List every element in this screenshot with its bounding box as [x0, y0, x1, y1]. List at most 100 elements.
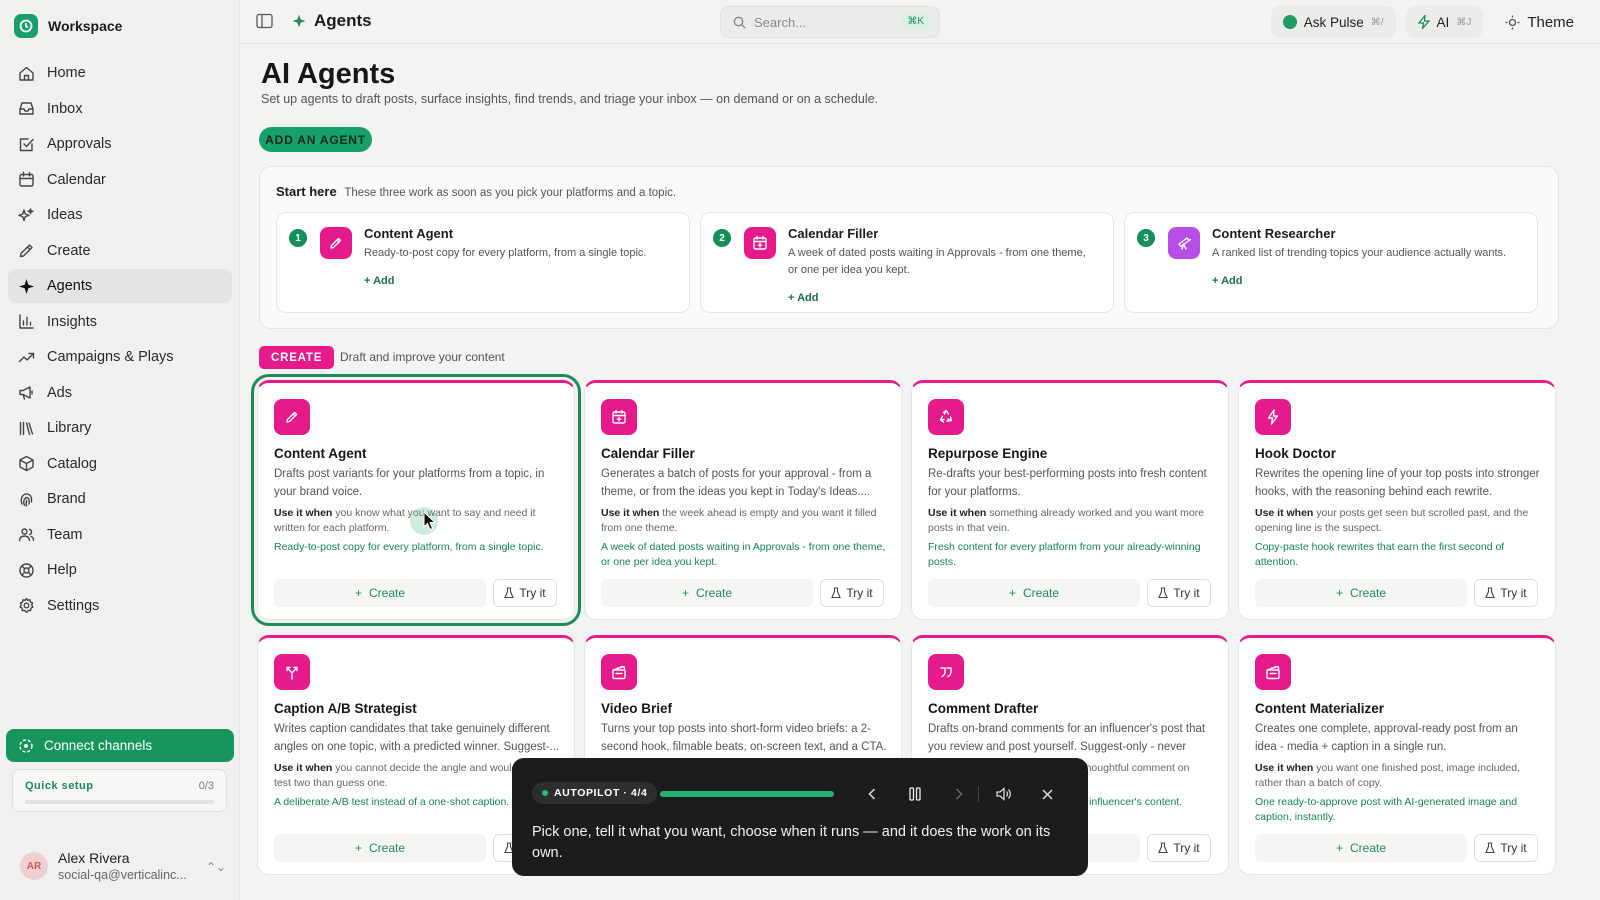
home-icon [19, 66, 34, 81]
clapperboard-icon [1255, 654, 1291, 690]
sidebar-item-team[interactable]: Team [8, 518, 232, 552]
user-email: social-qa@verticalinc... [58, 868, 187, 882]
use-when-label: Use it when [1255, 762, 1314, 774]
sidebar-item-brand[interactable]: Brand [8, 482, 232, 516]
prev-step-button[interactable] [858, 780, 886, 808]
create-button[interactable]: + Create [1255, 579, 1467, 607]
try-it-button[interactable]: Try it [1474, 834, 1538, 862]
agent-card-repurpose-engine[interactable]: Repurpose Engine Re-drafts your best-per… [911, 380, 1229, 620]
agent-outcome: One ready-to-approve post with AI-genera… [1255, 796, 1518, 823]
bar-chart-icon [19, 314, 34, 329]
agent-card-hook-doctor[interactable]: Hook Doctor Rewrites the opening line of… [1238, 380, 1556, 620]
team-icon [18, 528, 35, 542]
ai-button[interactable]: AI ⌘J [1405, 6, 1484, 38]
ask-pulse-button[interactable]: Ask Pulse ⌘/ [1270, 6, 1396, 38]
sidebar-item-catalog[interactable]: Catalog [8, 447, 232, 481]
try-it-button[interactable]: Try it [1147, 579, 1211, 607]
calendar-plus-icon [601, 399, 637, 435]
start-card-desc: A week of dated posts waiting in Approva… [788, 247, 1086, 276]
flask-icon [1158, 587, 1169, 599]
workspace-switcher[interactable]: Workspace [14, 14, 122, 38]
search-input[interactable]: Search... ⌘K [720, 6, 940, 38]
agent-description: Drafts post variants for your platforms … [274, 468, 545, 498]
agent-description: Re-drafts your best-performing posts int… [928, 468, 1207, 498]
lightning-icon [1417, 15, 1430, 29]
sidebar-item-home[interactable]: Home [8, 56, 232, 90]
sidebar-item-library[interactable]: Library [8, 411, 232, 445]
create-button[interactable]: + Create [928, 579, 1140, 607]
start-card-add-button[interactable]: + Add [1212, 275, 1242, 287]
sound-button[interactable] [990, 780, 1018, 808]
start-card-title: Content Researcher [1212, 226, 1336, 241]
avatar: AR [20, 852, 48, 880]
try-it-button[interactable]: Try it [1147, 834, 1211, 862]
sidebar-item-insights[interactable]: Insights [8, 305, 232, 339]
theme-label: Theme [1527, 13, 1574, 31]
theme-button[interactable]: Theme [1493, 6, 1586, 38]
agent-card-content-materializer[interactable]: Content Materializer Creates one complet… [1238, 635, 1556, 875]
calendar-icon [19, 171, 34, 187]
sidebar-item-ideas[interactable]: Ideas [8, 198, 232, 232]
sidebar-item-agents[interactable]: Agents [8, 269, 232, 303]
quick-setup-label: Quick setup [25, 780, 94, 792]
autopilot-badge: AUTOPILOT · 4/4 [532, 782, 658, 804]
pencil-icon [274, 399, 310, 435]
start-card-add-button[interactable]: + Add [788, 292, 818, 304]
sidebar-toggle-icon[interactable] [256, 13, 273, 29]
sidebar: Workspace Home Inbox Approvals Calendar Idea… [0, 0, 240, 900]
sidebar-item-label: Create [47, 242, 91, 259]
sidebar-item-label: Help [47, 562, 77, 578]
agent-description: Drafts on-brand comments for an influenc… [928, 723, 1206, 753]
autopilot-message: Pick one, tell it what you want, choose … [532, 824, 1051, 861]
plus-icon: + [1335, 841, 1343, 855]
library-icon [19, 421, 34, 435]
try-it-button[interactable]: Try it [493, 579, 557, 607]
connect-channels-label: Connect channels [44, 738, 153, 753]
quick-setup-card[interactable]: Quick setup 0/3 [12, 769, 227, 812]
create-button[interactable]: + Create [274, 834, 486, 862]
try-it-button[interactable]: Try it [1474, 579, 1538, 607]
pause-button[interactable] [901, 780, 929, 808]
agent-card-content-agent[interactable]: Content Agent Drafts post variants for y… [251, 374, 581, 626]
agent-outcome: Fresh content for every platform from yo… [928, 541, 1201, 568]
sidebar-item-approvals[interactable]: Approvals [8, 127, 232, 161]
user-menu[interactable]: AR Alex Rivera social-qa@verticalinc... … [20, 850, 226, 882]
sidebar-item-label: Team [47, 526, 83, 543]
close-autopilot-button[interactable] [1033, 780, 1061, 808]
add-agent-button[interactable]: ADD AN AGENT [259, 127, 372, 152]
sidebar-item-label: Ideas [47, 207, 83, 223]
sidebar-item-label: Library [47, 420, 92, 436]
sidebar-item-create[interactable]: Create [8, 234, 232, 268]
try-it-button[interactable]: Try it [820, 579, 884, 607]
create-button[interactable]: + Create [1255, 834, 1467, 862]
create-label: Create [368, 841, 406, 855]
flask-icon [831, 587, 842, 599]
create-button[interactable]: + Create [601, 579, 813, 607]
sidebar-item-campaigns-plays[interactable]: Campaigns & Plays [8, 340, 232, 374]
sidebar-item-help[interactable]: Help [8, 553, 232, 587]
agent-card-calendar-filler[interactable]: Calendar Filler Generates a batch of pos… [584, 380, 902, 620]
connect-channels-button[interactable]: Connect channels [6, 729, 234, 762]
use-when-label: Use it when [601, 507, 660, 519]
start-card-title: Calendar Filler [788, 226, 879, 241]
sidebar-item-settings[interactable]: Settings [8, 589, 232, 623]
sidebar-item-label: Approvals [47, 136, 112, 152]
search-icon [733, 16, 746, 28]
sidebar-item-calendar[interactable]: Calendar [8, 163, 232, 197]
chevron-updown-icon: ⌃⌄ [206, 860, 227, 874]
sidebar-item-label: Home [47, 65, 86, 81]
agent-outcome: A week of dated posts waiting in Approva… [601, 541, 886, 568]
create-label: Create [1349, 586, 1387, 600]
calendar-plus-icon [744, 227, 776, 259]
start-card-1: 1 Content Agent Ready-to-post copy for e… [276, 212, 690, 313]
pulse-orb-icon [1282, 15, 1297, 29]
sidebar-item-ads[interactable]: Ads [8, 376, 232, 410]
try-label: Try it [1173, 841, 1200, 855]
use-when-label: Use it when [928, 507, 987, 519]
sidebar-item-inbox[interactable]: Inbox [8, 92, 232, 126]
agent-use-when: Use it when something already worked and… [928, 506, 1214, 536]
next-step-button[interactable] [945, 780, 973, 808]
start-card-add-button[interactable]: + Add [364, 275, 394, 287]
create-button[interactable]: + Create [274, 579, 486, 607]
add-label: Add [797, 292, 819, 304]
